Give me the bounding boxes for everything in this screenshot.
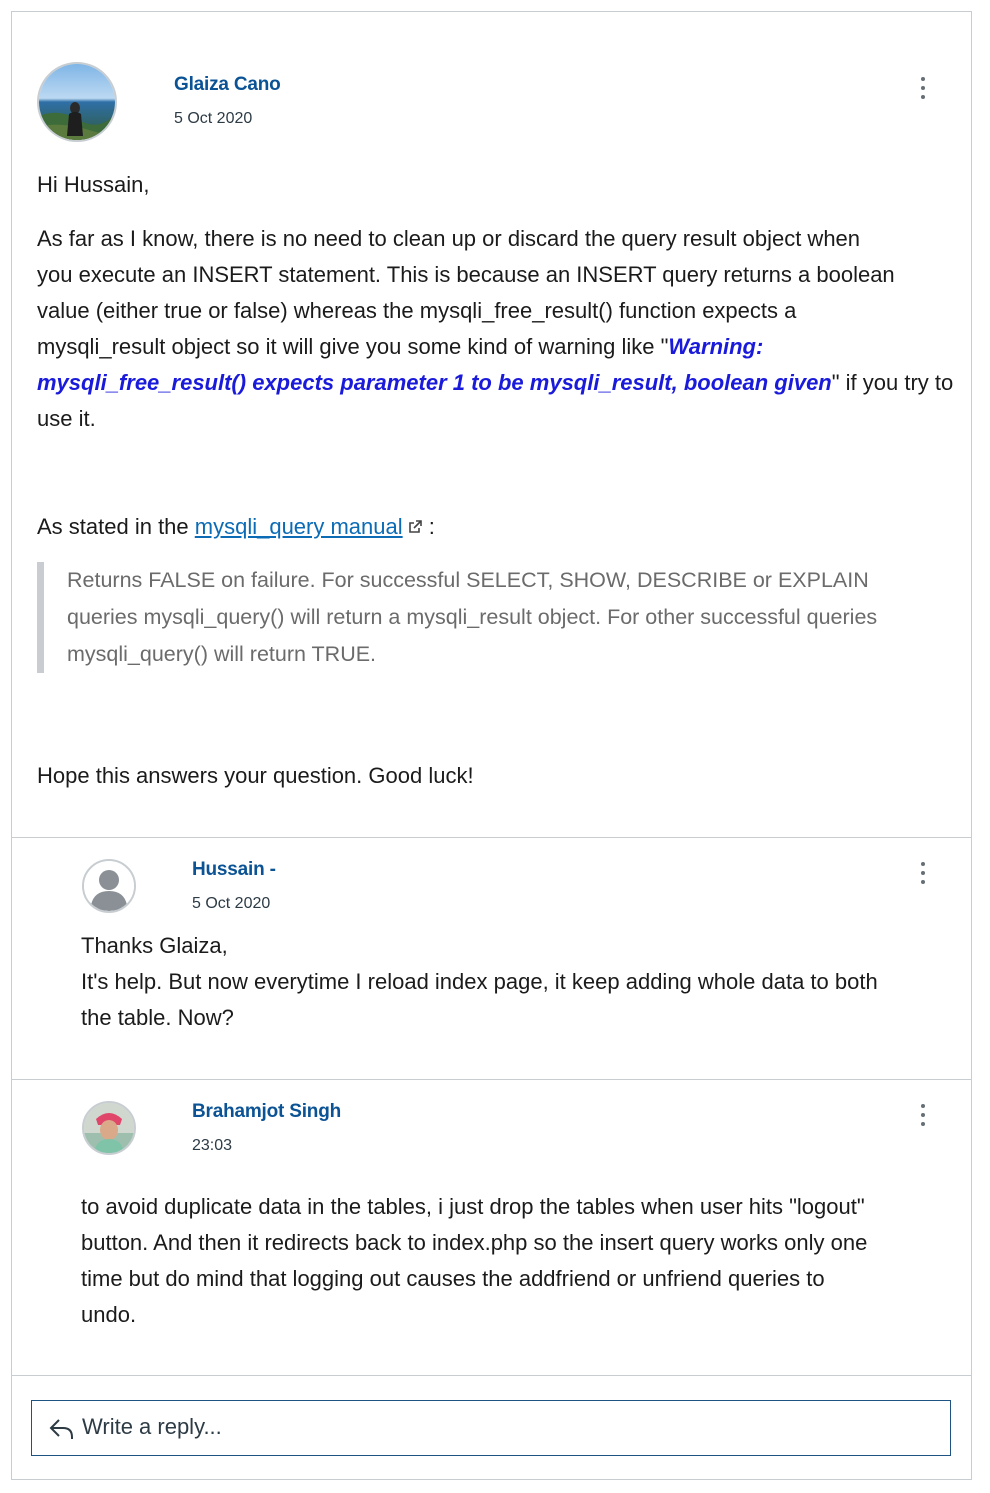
reply-arrow-icon: [49, 1419, 73, 1439]
post-closing: Hope this answers your question. Good lu…: [37, 763, 474, 788]
body-line: mysqli_result object so it will give you…: [37, 329, 957, 365]
discussion-card: Glaiza Cano 5 Oct 2020 Hi Hussain, As fa…: [11, 11, 972, 1480]
reply-author-name[interactable]: Hussain -: [192, 859, 276, 881]
divider: [12, 1375, 971, 1376]
author-avatar[interactable]: [37, 62, 117, 142]
manual-prefix: As stated in the: [37, 514, 195, 539]
reply-item: Hussain - 5 Oct 2020 Thanks Glaiza, It's…: [12, 838, 971, 1079]
reply-line: the table. Now?: [81, 1005, 234, 1030]
post-options-menu-icon[interactable]: [913, 74, 933, 102]
body-line: As far as I know, there is no need to cl…: [37, 226, 861, 251]
body-line: you execute an INSERT statement. This is…: [37, 262, 895, 287]
reply-line: to avoid duplicate data in the tables, i…: [81, 1194, 865, 1219]
reply-options-menu-icon[interactable]: [913, 1101, 933, 1129]
reply-author-avatar[interactable]: [82, 1101, 136, 1155]
post-body: As far as I know, there is no need to cl…: [37, 221, 957, 437]
post-greeting: Hi Hussain,: [37, 172, 150, 197]
write-reply-input[interactable]: Write a reply...: [31, 1400, 951, 1456]
external-link-icon: [408, 520, 422, 533]
reply-author-name[interactable]: Brahamjot Singh: [192, 1101, 341, 1123]
body-line: value (either true or false) whereas the…: [37, 298, 797, 323]
blockquote: Returns FALSE on failure. For successful…: [37, 562, 952, 673]
mysqli-query-manual-link[interactable]: mysqli_query manual: [195, 514, 403, 539]
reply-body: Thanks Glaiza, It's help. But now everyt…: [81, 928, 961, 1036]
post-date: 5 Oct 2020: [174, 110, 253, 127]
quote-line: Returns FALSE on failure. For successful…: [67, 568, 869, 592]
quote-line: queries mysqli_query() will return a mys…: [67, 605, 878, 629]
warning-text: mysqli_free_result() expects parameter 1…: [37, 370, 832, 395]
reply-line: time but do mind that logging out causes…: [81, 1266, 825, 1291]
reply-author-avatar[interactable]: [82, 859, 136, 913]
reply-line: button. And then it redirects back to in…: [81, 1230, 868, 1255]
manual-reference: As stated in the mysqli_query manual :: [37, 509, 435, 545]
reply-line: It's help. But now everytime I reload in…: [81, 969, 878, 994]
reply-date: 23:03: [192, 1137, 233, 1154]
warning-text: Warning:: [668, 334, 764, 359]
reply-date: 5 Oct 2020: [192, 895, 271, 912]
body-line: use it.: [37, 406, 96, 431]
body-text: mysqli_result object so it will give you…: [37, 334, 669, 359]
quote-line: mysqli_query() will return TRUE.: [67, 642, 377, 666]
write-reply-placeholder: Write a reply...: [82, 1414, 222, 1439]
body-line: mysqli_free_result() expects parameter 1…: [37, 365, 957, 401]
reply-line: undo.: [81, 1302, 137, 1327]
post-author-name[interactable]: Glaiza Cano: [174, 74, 281, 96]
reply-body: to avoid duplicate data in the tables, i…: [81, 1189, 961, 1333]
body-text: " if you try to: [831, 370, 954, 395]
reply-item: Brahamjot Singh 23:03 to avoid duplicate…: [12, 1080, 971, 1375]
main-post: Glaiza Cano 5 Oct 2020 Hi Hussain, As fa…: [12, 12, 971, 838]
reply-options-menu-icon[interactable]: [913, 859, 933, 887]
reply-line: Thanks Glaiza,: [81, 933, 228, 958]
default-user-icon: [84, 861, 134, 911]
manual-suffix: :: [422, 514, 435, 539]
